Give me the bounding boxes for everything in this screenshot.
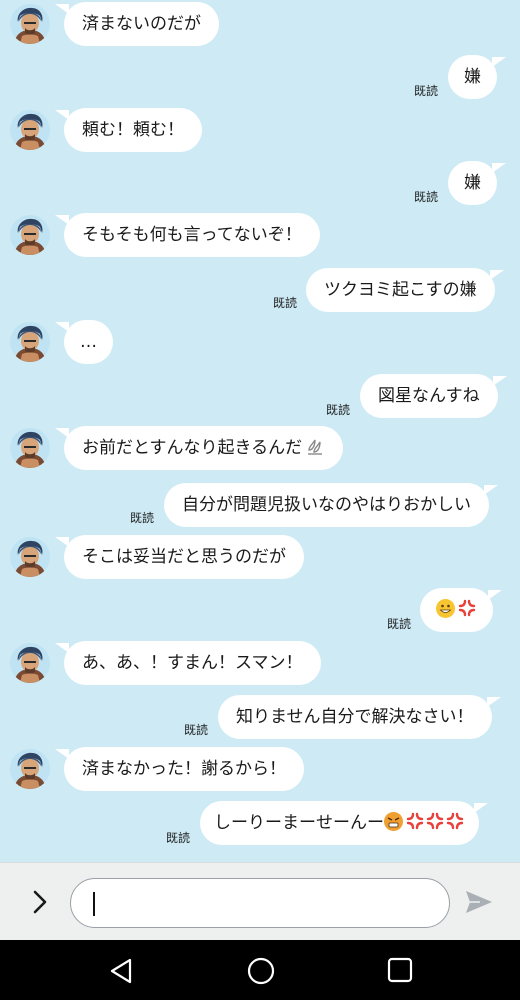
text-caret <box>93 892 95 916</box>
angry-face-icon <box>384 812 403 831</box>
read-receipt: 既読 <box>273 296 298 310</box>
message-text: 知りません自分で解決なさい！ <box>236 707 474 727</box>
message-text: 図星なんすね <box>378 386 480 406</box>
outgoing-message[interactable]: 嫌 <box>448 55 506 99</box>
incoming-message[interactable]: お前だとすんなり起きるんだ <box>54 426 344 470</box>
outgoing-message[interactable]: 図星なんすね <box>360 374 507 418</box>
avatar[interactable] <box>10 749 50 789</box>
message-text: 頼む！頼む！ <box>82 120 184 140</box>
message-text: 嫌 <box>464 173 481 193</box>
incoming-message[interactable]: あ、あ、！すまん！スマン！ <box>55 641 321 685</box>
read-receipt: 既読 <box>414 190 439 204</box>
outgoing-message[interactable]: 知りません自分で解決なさい！ <box>218 695 500 739</box>
nav-recent-icon[interactable] <box>386 956 414 984</box>
outgoing-message[interactable]: 自分が問題児扱いなのやはりおかしい <box>164 483 498 527</box>
message-text: そもそも何も言ってないぞ！ <box>82 225 302 245</box>
message-text: お前だとすんなり起きるんだ <box>82 438 303 458</box>
message-text: 嫌 <box>464 67 481 87</box>
read-receipt: 既読 <box>326 403 351 417</box>
anger-symbol-icon <box>405 804 425 824</box>
outgoing-message[interactable]: 嫌 <box>448 161 506 205</box>
incoming-message[interactable]: 頼む！頼む！ <box>55 108 202 152</box>
chat-area: 済まないのだが 既読 嫌 頼む！頼む！ 既読 嫌 そもそも何も言ってないぞ！ 既… <box>0 0 520 862</box>
read-receipt: 既読 <box>387 617 412 631</box>
message-text: 自分が問題児扱いなのやはりおかしい <box>182 495 471 515</box>
send-icon[interactable] <box>464 889 494 915</box>
outgoing-message[interactable]: ツクヨミ起こすの嫌 <box>306 268 504 312</box>
message-input-bar <box>0 862 520 940</box>
read-receipt: 既読 <box>184 723 209 737</box>
incoming-message[interactable]: そもそも何も言ってないぞ！ <box>55 213 320 257</box>
anger-symbol-icon <box>445 804 465 824</box>
incoming-message[interactable]: 済まなかった！謝るから！ <box>55 747 304 791</box>
grinning-face-icon <box>436 599 455 618</box>
outgoing-message[interactable] <box>420 588 502 632</box>
system-nav-bar <box>0 940 520 1000</box>
message-text: あ、あ、！すまん！スマン！ <box>82 653 303 673</box>
anger-symbol-icon <box>457 591 477 611</box>
avatar[interactable] <box>10 110 50 150</box>
avatar[interactable] <box>10 428 50 468</box>
incoming-message[interactable]: 済まないのだが <box>55 2 219 46</box>
message-text: しーりーまーせーんー <box>214 813 384 833</box>
anger-symbol-icon <box>425 804 445 824</box>
nav-home-icon[interactable] <box>246 956 276 986</box>
read-receipt: 既読 <box>166 831 191 845</box>
avatar[interactable] <box>10 4 50 44</box>
incoming-message[interactable]: … <box>55 320 113 364</box>
message-text: そこは妥当だと思うのだが <box>82 547 286 567</box>
avatar[interactable] <box>10 643 50 683</box>
nav-back-icon[interactable] <box>106 956 136 986</box>
sweat-droplets-icon <box>305 429 325 455</box>
chevron-right-icon[interactable] <box>30 889 50 915</box>
message-text: ツクヨミ起こすの嫌 <box>324 280 477 300</box>
message-input[interactable] <box>70 878 450 928</box>
avatar[interactable] <box>10 537 50 577</box>
incoming-message[interactable]: そこは妥当だと思うのだが <box>55 535 304 579</box>
message-text: 済まないのだが <box>82 14 201 34</box>
read-receipt: 既読 <box>130 511 155 525</box>
read-receipt: 既読 <box>414 84 439 98</box>
message-text: 済まなかった！謝るから！ <box>82 759 286 779</box>
message-text: … <box>80 332 97 352</box>
avatar[interactable] <box>10 215 50 255</box>
outgoing-message[interactable]: しーりーまーせーんー <box>200 801 488 845</box>
avatar[interactable] <box>10 322 50 362</box>
